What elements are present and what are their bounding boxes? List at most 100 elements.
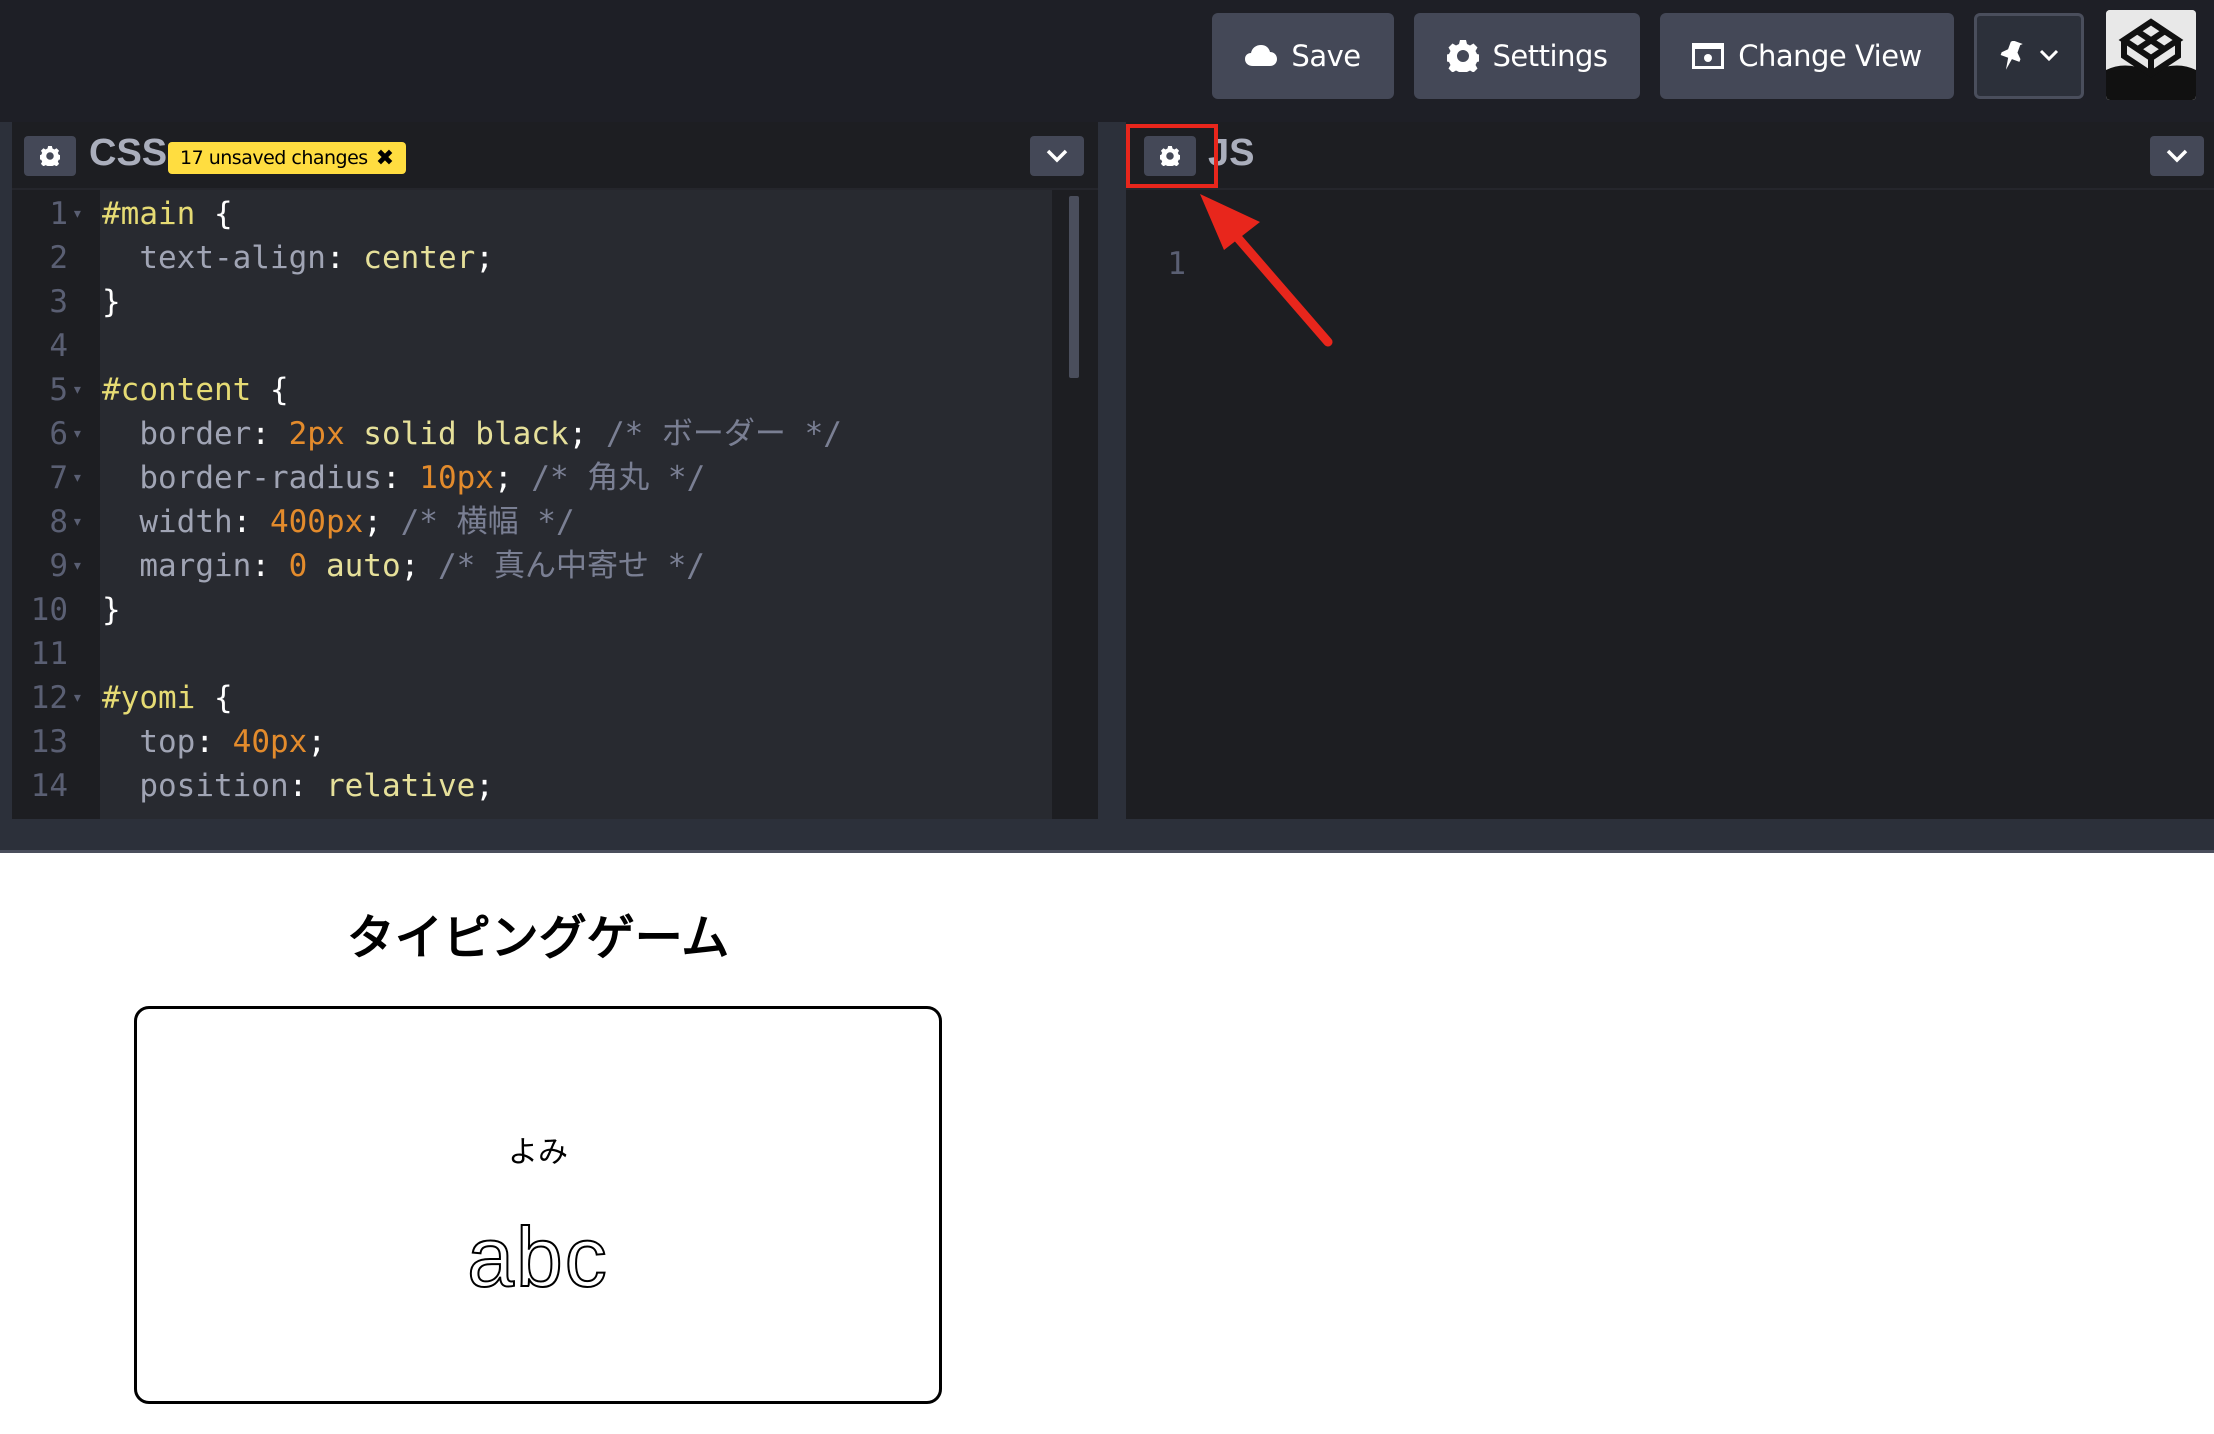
fold-arrow-icon[interactable]: ▾ [72,544,83,588]
line-number: 1 [49,196,68,232]
code-token: border-radius [102,460,382,496]
code-token: #yomi [102,680,196,716]
top-bar: Save Settings Change View [0,0,2214,122]
fold-arrow-icon[interactable]: ▾ [72,192,83,236]
line-number: 6 [49,416,68,452]
code-line: 11 [12,632,1052,676]
scrollbar-thumb[interactable] [1069,196,1079,378]
code-line: 7 ▾ border-radius: 10px; /* 角丸 */ [12,456,1052,500]
line-number: 5 [49,372,68,408]
result-preview: タイピングゲーム よみ abc [0,856,2214,1434]
code-token: : [195,724,233,760]
yomi-text: よみ [508,1135,568,1170]
code-token: : [381,460,420,496]
code-line: 13 top: 40px; [12,720,1052,764]
code-text: position: relative; [102,764,494,808]
code-token: : [251,416,289,452]
annotation-highlight-box [1126,124,1218,188]
code-token: } [102,592,121,628]
settings-button[interactable]: Settings [1414,13,1640,99]
code-token: /* 真ん中寄せ */ [437,548,705,584]
code-line: 3} [12,280,1052,324]
chevron-down-icon [2166,149,2188,163]
code-token: text-align [102,240,326,276]
code-line: 5 ▾ #content { [12,368,1052,412]
code-token: top [102,724,196,760]
line-number: 11 [30,636,68,672]
code-token: 0 [288,548,308,584]
line-number: 13 [30,724,68,760]
code-token: auto [307,548,401,584]
code-token: } [102,284,121,320]
code-token: ; [475,240,494,276]
line-number: 12 [30,680,68,716]
code-token: #content [102,372,252,408]
avatar[interactable] [2106,10,2196,100]
unsaved-changes-badge[interactable]: 17 unsaved changes ✖ [168,142,406,174]
code-text: top: 40px; [102,720,326,764]
code-token: border [102,416,252,452]
code-token: : [325,240,364,276]
code-token: ; [475,768,494,804]
fold-arrow-icon[interactable]: ▾ [72,500,83,544]
fold-arrow-icon[interactable]: ▾ [72,412,83,456]
code-line: 6 ▾ border: 2px solid black; /* ボーダー */ [12,412,1052,456]
typing-word: abc [466,1209,609,1305]
code-token: 40px [232,724,308,760]
code-text: #main { [102,192,233,236]
code-token: ; [493,460,532,496]
code-text: border: 2px solid black; /* ボーダー */ [102,412,842,456]
preview-resize-handle[interactable] [0,819,2214,853]
line-number: 10 [30,592,68,628]
code-token: { [195,196,233,232]
code-token: margin [102,548,252,584]
settings-label: Settings [1492,39,1608,73]
close-icon[interactable]: ✖ [376,146,394,171]
editor-area: CSS 17 unsaved changes ✖ 1 ▾ #main {2 text… [0,122,2214,819]
chevron-down-icon [1046,149,1068,163]
unsaved-changes-text: 17 unsaved changes [180,147,368,169]
line-number: 1 [1167,246,1186,282]
annotation-arrow [1200,194,1333,347]
css-code-editor[interactable]: 1 ▾ #main {2 text-align: center; 3} 4 5 ▾ #cont… [12,190,1098,819]
code-line: 10} [12,588,1052,632]
code-token: /* 横幅 */ [400,504,575,540]
fold-arrow-icon[interactable]: ▾ [72,456,83,500]
code-line: 14 position: relative; [12,764,1052,808]
cloud-icon [1245,45,1278,66]
code-token: { [195,680,233,716]
change-view-button[interactable]: Change View [1660,13,1954,99]
window-icon [1692,43,1725,69]
js-collapse-button[interactable] [2150,136,2204,176]
fold-arrow-icon[interactable]: ▾ [72,676,83,720]
code-token: ; [307,724,326,760]
css-panel-header: CSS 17 unsaved changes ✖ [12,122,1098,190]
css-panel-title: CSS [89,132,168,174]
code-token: position [102,768,289,804]
pin-icon [2000,41,2023,70]
code-text: #yomi { [102,676,233,720]
css-collapse-button[interactable] [1030,136,1084,176]
code-token: : [288,768,326,804]
fold-arrow-icon[interactable]: ▾ [72,368,83,412]
code-text: } [102,588,121,632]
code-token: solid black [344,416,569,452]
code-token: 400px [269,504,364,540]
code-token: /* 角丸 */ [531,460,706,496]
css-settings-button[interactable] [24,136,76,176]
pin-dropdown-button[interactable] [1974,13,2084,99]
gear-icon [40,146,60,166]
save-button[interactable]: Save [1212,13,1394,99]
code-token: center [363,240,476,276]
code-line: 8 ▾ width: 400px; /* 横幅 */ [12,500,1052,544]
change-view-label: Change View [1738,39,1922,73]
line-number: 7 [49,460,68,496]
chevron-down-icon [2039,49,2059,62]
code-token: 2px [288,416,345,452]
code-token: ; [363,504,401,540]
vertical-scrollbar[interactable] [1052,190,1098,819]
code-token: ; [400,548,438,584]
preview-title: タイピングゲーム [346,910,730,966]
code-token: 10px [419,460,494,496]
gear-icon [1446,40,1479,72]
